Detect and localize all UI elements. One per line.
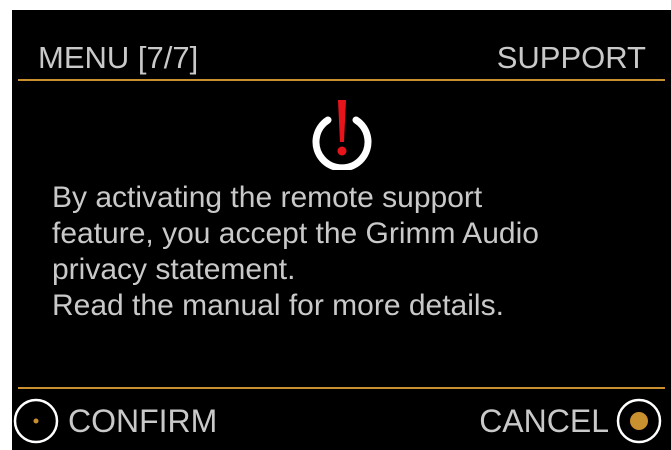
device-screen: MENU [7/7] SUPPORT By activating the rem… (12, 10, 671, 450)
confirm-label: CONFIRM (68, 403, 218, 439)
support-message: By activating the remote support feature… (52, 180, 652, 324)
message-line: feature, you accept the Grimm Audio (52, 217, 539, 250)
message-line: privacy statement. (52, 253, 296, 286)
ring-dot-icon (13, 398, 59, 444)
header-divider (18, 79, 665, 81)
menu-title: MENU [7/7] (38, 40, 199, 75)
message-line: Read the manual for more details. (52, 289, 504, 322)
confirm-button[interactable]: CONFIRM (12, 394, 217, 448)
section-title: SUPPORT (496, 40, 646, 75)
cancel-button[interactable]: CANCEL (479, 394, 663, 448)
ring-filled-dot-icon (616, 398, 662, 444)
power-warning-icon (312, 100, 372, 170)
cancel-label: CANCEL (479, 403, 609, 439)
message-line: By activating the remote support (52, 181, 483, 214)
footer-divider (18, 387, 665, 389)
